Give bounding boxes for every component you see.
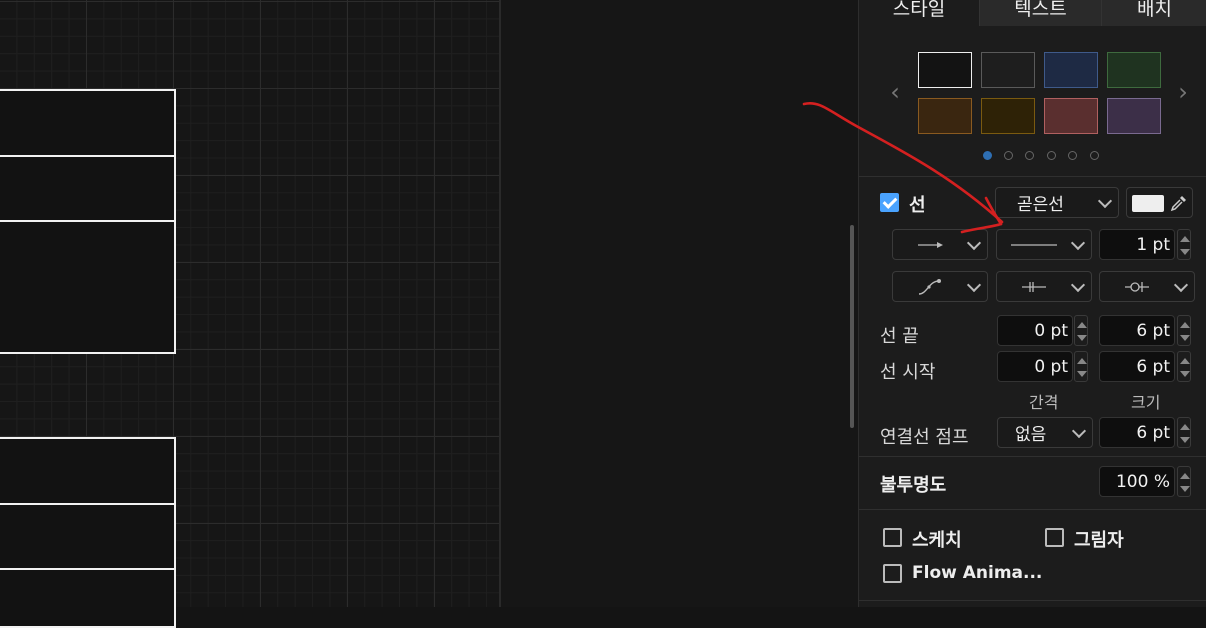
tab-text[interactable]: 텍스트 (979, 0, 1101, 26)
chevron-down-icon (1071, 423, 1087, 439)
palette-page-dot[interactable] (1068, 151, 1077, 160)
solid-line-icon (1011, 244, 1057, 246)
opacity-input[interactable]: 100 % (1099, 466, 1175, 497)
line-start-size-stepper[interactable] (1177, 351, 1191, 382)
line-end-marker-icon (1022, 282, 1046, 292)
palette-page-dot[interactable] (1047, 151, 1056, 160)
shape-bottom-2[interactable] (0, 503, 176, 571)
line-style-select[interactable]: 곧은선 (995, 187, 1119, 218)
line-color-picker[interactable] (1126, 187, 1193, 218)
chevron-right-icon[interactable]: › (1173, 78, 1193, 106)
tab-arrange[interactable]: 배치 (1101, 0, 1206, 26)
line-checkbox[interactable] (880, 193, 899, 212)
vertical-scrollbar[interactable] (850, 225, 854, 428)
line-end-select[interactable] (996, 271, 1092, 302)
arrow-right-icon (918, 242, 943, 248)
style-swatch[interactable] (981, 98, 1035, 134)
tab-style[interactable]: 스타일 (859, 0, 979, 26)
line-start-size-input[interactable]: 6 pt (1099, 351, 1175, 382)
size-column-header: 크기 (1131, 393, 1161, 412)
line-end-size-stepper[interactable] (1177, 315, 1191, 346)
style-swatch[interactable] (1107, 98, 1161, 134)
shape-bottom-1[interactable] (0, 437, 176, 506)
line-pattern-select[interactable] (996, 229, 1092, 260)
shape-top-1[interactable] (0, 89, 176, 158)
line-start-select[interactable] (1099, 271, 1195, 302)
style-swatch[interactable] (1044, 98, 1098, 134)
line-width-input[interactable]: 1 pt (1099, 229, 1175, 260)
line-label: 선 (909, 195, 926, 216)
curve-connector-icon (918, 279, 941, 295)
line-width-stepper[interactable] (1177, 229, 1191, 260)
style-swatch[interactable] (1044, 52, 1098, 88)
style-swatch[interactable] (1107, 52, 1161, 88)
connector-jump-label: 연결선 점프 (880, 427, 969, 448)
line-end-spacing-stepper[interactable] (1074, 315, 1088, 346)
format-panel: 스타일 텍스트 배치 ‹ › 선 곧은선 1 pt 선 끝 0 pt 6 pt … (858, 0, 1206, 607)
sketch-label: 스케치 (912, 530, 962, 551)
style-swatch[interactable] (918, 98, 972, 134)
shape-top-3[interactable] (0, 220, 176, 354)
connector-jump-size-input[interactable]: 6 pt (1099, 417, 1175, 448)
spacing-column-header: 간격 (1029, 393, 1059, 412)
eyedropper-icon (1170, 196, 1186, 212)
chevron-down-icon (966, 235, 982, 251)
palette-page-dot[interactable] (983, 151, 992, 160)
chevron-down-icon (1097, 193, 1113, 209)
diagram-canvas[interactable] (0, 0, 500, 628)
line-start-spacing-stepper[interactable] (1074, 351, 1088, 382)
palette-page-dot[interactable] (1025, 151, 1034, 160)
style-swatch[interactable] (918, 52, 972, 88)
palette-page-dot[interactable] (1004, 151, 1013, 160)
line-end-label: 선 끝 (880, 326, 919, 347)
canvas-background (501, 0, 858, 607)
chevron-down-icon (1070, 235, 1086, 251)
opacity-stepper[interactable] (1177, 466, 1191, 497)
shape-top-2[interactable] (0, 155, 176, 223)
line-end-spacing-input[interactable]: 0 pt (997, 315, 1073, 346)
connector-jump-select[interactable]: 없음 (997, 417, 1093, 448)
waypoints-select[interactable] (892, 271, 988, 302)
shape-bottom-3[interactable] (0, 568, 176, 628)
line-color-swatch (1132, 195, 1164, 212)
flow-animation-checkbox[interactable] (883, 564, 902, 583)
opacity-label: 불투명도 (880, 475, 947, 496)
shadow-checkbox[interactable] (1045, 528, 1064, 547)
chevron-left-icon[interactable]: ‹ (885, 78, 905, 106)
palette-page-dot[interactable] (1090, 151, 1099, 160)
line-arrow-select[interactable] (892, 229, 988, 260)
connector-jump-size-stepper[interactable] (1177, 417, 1191, 448)
line-start-marker-icon (1125, 282, 1149, 292)
line-end-size-input[interactable]: 6 pt (1099, 315, 1175, 346)
chevron-down-icon (1070, 277, 1086, 293)
line-start-label: 선 시작 (880, 362, 936, 383)
line-start-spacing-input[interactable]: 0 pt (997, 351, 1073, 382)
chevron-down-icon (1173, 277, 1189, 293)
shadow-label: 그림자 (1074, 530, 1124, 551)
sketch-checkbox[interactable] (883, 528, 902, 547)
flow-animation-label: Flow Anima... (912, 563, 1043, 583)
chevron-down-icon (966, 277, 982, 293)
style-swatch[interactable] (981, 52, 1035, 88)
